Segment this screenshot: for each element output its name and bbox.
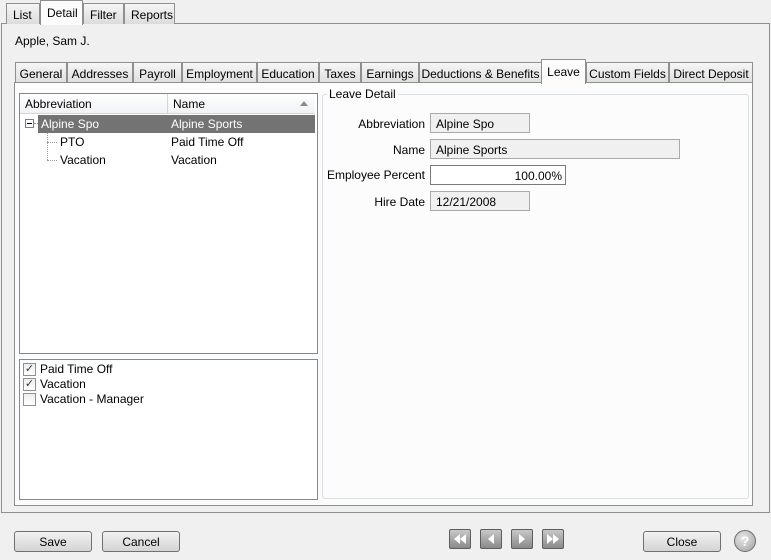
sort-arrow-icon [300, 97, 308, 111]
row-abbreviation: Vacation [60, 153, 106, 167]
cancel-button[interactable]: Cancel [102, 531, 180, 552]
tree-row[interactable]: Vacation Vacation [20, 151, 315, 169]
tree-row[interactable]: PTO Paid Time Off [20, 133, 315, 151]
save-button[interactable]: Save [14, 531, 92, 552]
next-record-icon [519, 534, 525, 544]
previous-record-icon [488, 534, 494, 544]
tab-detail-label: Detail [47, 6, 78, 20]
subtab-payroll[interactable]: Payroll [133, 62, 182, 83]
save-button-label: Save [39, 535, 67, 549]
previous-record-button[interactable] [480, 529, 502, 549]
tab-detail[interactable]: Detail [40, 0, 83, 25]
row-abbreviation: Alpine Spo [41, 117, 100, 131]
tab-reports[interactable]: Reports [124, 3, 175, 24]
subtab-taxes-label: Taxes [324, 67, 356, 81]
hire-date-label: Hire Date [374, 195, 425, 209]
checklist-label: Vacation [40, 377, 86, 391]
leave-type-checklist[interactable]: ✓ Paid Time Off ✓ Vacation Vacation - Ma… [19, 359, 318, 500]
leave-plan-tree[interactable]: Abbreviation Name Alpine Spo Alpine Spor… [19, 93, 318, 354]
subtab-addresses-label: Addresses [71, 67, 129, 81]
subtab-payroll-label: Payroll [139, 67, 176, 81]
subtab-custom-fields-label: Custom Fields [589, 67, 666, 81]
tree-row[interactable]: Alpine Spo Alpine Sports [38, 115, 315, 133]
checkbox-vacation-manager[interactable] [23, 393, 36, 406]
first-record-icon [454, 534, 466, 544]
tab-list-label: List [13, 8, 32, 22]
leave-detail-title: Leave Detail [327, 87, 398, 101]
subtab-general-label: General [19, 67, 63, 81]
subtab-direct-deposit[interactable]: Direct Deposit [669, 62, 753, 83]
employee-percent-label: Employee Percent [326, 168, 425, 182]
column-header-abbreviation[interactable]: Abbreviation [20, 94, 168, 114]
row-name: Paid Time Off [171, 135, 244, 149]
close-button-label: Close [666, 535, 698, 549]
header-name-label: Name [173, 97, 206, 111]
subtab-earnings[interactable]: Earnings [361, 62, 419, 83]
subtab-employment-label: Employment [186, 67, 253, 81]
header-abbreviation-label: Abbreviation [25, 97, 92, 111]
subtab-direct-deposit-label: Direct Deposit [673, 67, 749, 81]
name-field: Alpine Sports [430, 139, 680, 159]
close-button[interactable]: Close [643, 531, 721, 552]
subtab-earnings-label: Earnings [366, 67, 414, 81]
help-icon-glyph: ? [740, 533, 750, 549]
subtab-education[interactable]: Education [257, 62, 319, 83]
tab-list[interactable]: List [6, 3, 40, 24]
subtab-deductions-label: Deductions & Benefits [421, 67, 540, 81]
subtab-leave-label: Leave [547, 65, 580, 79]
hire-date-field: 12/21/2008 [430, 191, 530, 211]
subtab-education-label: Education [261, 67, 315, 81]
subtab-leave[interactable]: Leave [541, 59, 586, 84]
tab-reports-label: Reports [131, 8, 174, 22]
name-label: Name [392, 143, 425, 157]
cancel-button-label: Cancel [122, 535, 160, 549]
last-record-icon [547, 534, 559, 544]
subtab-general[interactable]: General [15, 62, 67, 83]
subtab-taxes[interactable]: Taxes [319, 62, 361, 83]
expand-minus-icon[interactable] [25, 119, 34, 128]
checkbox-vacation[interactable]: ✓ [23, 378, 36, 391]
first-record-button[interactable] [449, 529, 471, 549]
last-record-button[interactable] [542, 529, 564, 549]
next-record-button[interactable] [511, 529, 533, 549]
row-name: Vacation [171, 153, 217, 167]
checkbox-paid-time-off[interactable]: ✓ [23, 363, 36, 376]
tab-filter-label: Filter [90, 8, 117, 22]
abbreviation-label: Abbreviation [358, 117, 425, 131]
subtab-deductions-benefits[interactable]: Deductions & Benefits [419, 62, 542, 83]
subtab-custom-fields[interactable]: Custom Fields [586, 62, 669, 83]
checklist-label: Paid Time Off [40, 362, 113, 376]
employee-percent-input[interactable]: 100.00% [430, 165, 566, 185]
checkmark-icon: ✓ [24, 378, 35, 390]
checklist-label: Vacation - Manager [40, 392, 144, 406]
subtab-employment[interactable]: Employment [182, 62, 257, 83]
checkmark-icon: ✓ [24, 363, 35, 375]
tab-filter[interactable]: Filter [83, 3, 124, 24]
row-name: Alpine Sports [171, 117, 243, 131]
employee-name: Apple, Sam J. [15, 34, 90, 48]
subtab-addresses[interactable]: Addresses [67, 62, 133, 83]
help-icon[interactable]: ? [734, 530, 756, 552]
abbreviation-field: Alpine Spo [430, 113, 530, 133]
column-header-name[interactable]: Name [168, 94, 315, 114]
row-abbreviation: PTO [60, 135, 85, 149]
